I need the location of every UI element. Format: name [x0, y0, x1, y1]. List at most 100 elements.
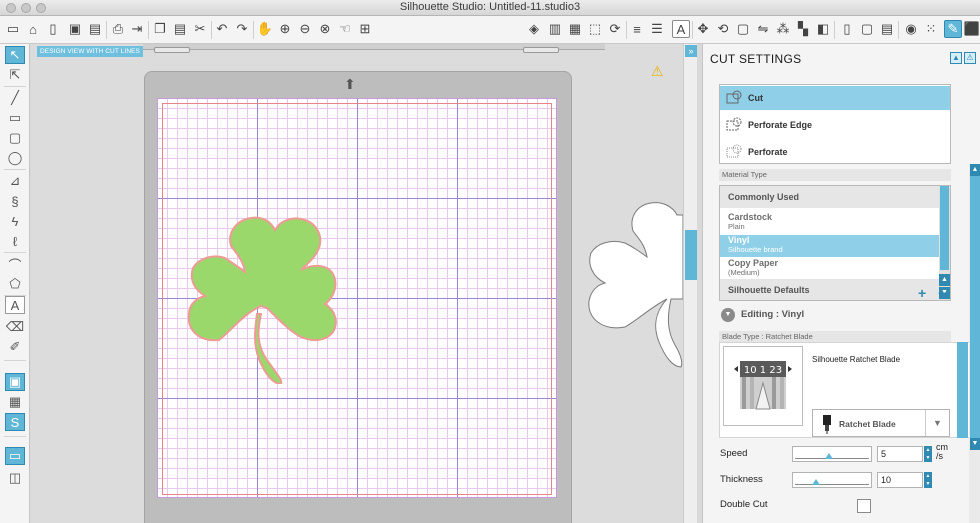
editing-header[interactable]: ▼ Editing : Vinyl — [719, 307, 951, 323]
rotate-icon[interactable]: ⟳ — [606, 20, 624, 38]
rectangle-tool-icon[interactable]: ▭ — [5, 109, 25, 127]
panel-scrollbar[interactable]: ▲ ▼ — [969, 164, 980, 523]
blade-scrollbar[interactable] — [957, 342, 968, 438]
close-window-button[interactable] — [6, 3, 16, 13]
thickness-input[interactable]: 10 — [877, 472, 923, 488]
canvas-scroll-thumb[interactable] — [685, 230, 697, 280]
smooth-freehand-tool-icon[interactable]: ℓ — [5, 232, 25, 250]
collapse-icon[interactable]: ▼ — [721, 308, 735, 322]
send-icon[interactable]: ⇥ — [128, 20, 146, 38]
speed-stepper[interactable]: ▲ ▼ — [924, 446, 932, 462]
panel-up-button[interactable]: ▲ — [950, 52, 962, 64]
regular-polygon-tool-icon[interactable]: ⬠ — [5, 275, 25, 293]
zoom-drag-icon[interactable]: ⊗ — [316, 20, 334, 38]
store-tool-icon[interactable]: S — [5, 413, 25, 431]
minimize-window-button[interactable] — [21, 3, 31, 13]
knife-tool-icon[interactable]: ✐ — [5, 338, 25, 356]
chevron-down-icon[interactable]: ▼ — [925, 410, 949, 436]
pan-icon[interactable]: ✋ — [256, 20, 274, 38]
workspace[interactable]: DESIGN VIEW WITH CUT LINES ⬆ ⚠ — [31, 44, 683, 523]
send-to-silhouette-icon[interactable]: ⬛ — [963, 20, 980, 38]
zoom-window-button[interactable] — [36, 3, 46, 13]
thickness-slider[interactable] — [792, 472, 872, 488]
store-icon[interactable]: ▢ — [858, 20, 876, 38]
thickness-slider-knob[interactable] — [812, 479, 820, 485]
speed-slider-knob[interactable] — [825, 453, 833, 459]
undo-icon[interactable]: ↶ — [213, 20, 231, 38]
point-edit-tool-icon[interactable]: ⇱ — [5, 66, 25, 84]
library-tool-icon[interactable]: ▦ — [5, 393, 25, 411]
image-trace-icon[interactable]: ▚ — [794, 20, 812, 38]
pattern-icon[interactable]: ⁙ — [922, 20, 940, 38]
speed-slider[interactable] — [792, 446, 872, 462]
text-tool-icon[interactable]: A — [5, 296, 25, 314]
design-view-icon[interactable]: ▤ — [878, 20, 896, 38]
expand-panel-button[interactable]: » — [685, 45, 697, 57]
new-icon[interactable]: ▭ — [4, 20, 22, 38]
cut-mode-perforate-edge[interactable]: Perforate Edge — [720, 113, 950, 137]
blade-select[interactable]: Ratchet Blade ▼ — [812, 409, 950, 437]
open-icon[interactable]: ⌂ — [24, 20, 42, 38]
zoom-in-icon[interactable]: ⊕ — [276, 20, 294, 38]
material-vinyl[interactable]: Vinyl Silhouette brand — [720, 235, 940, 257]
layout-view-icon[interactable]: ▭ — [5, 447, 25, 465]
panel-scroll-thumb[interactable] — [970, 176, 980, 438]
fill-icon[interactable]: ☰ — [648, 20, 666, 38]
library-icon[interactable]: ▯ — [838, 20, 856, 38]
new-page-icon[interactable]: ▯ — [44, 20, 62, 38]
zoom-hand-icon[interactable]: ☜ — [336, 20, 354, 38]
speed-input[interactable]: 5 — [877, 446, 923, 462]
add-material-button[interactable]: + — [918, 285, 926, 300]
line-tool-icon[interactable]: ╱ — [5, 89, 25, 107]
panel-scroll-up[interactable]: ▲ — [970, 164, 980, 176]
split-view-icon[interactable]: ◫ — [5, 469, 25, 487]
page-setup-icon[interactable]: ▥ — [546, 20, 564, 38]
transform-icon[interactable]: ⬚ — [586, 20, 604, 38]
print-icon[interactable]: ⎙ — [109, 20, 127, 38]
material-copy-paper[interactable]: Copy Paper (Medium) — [720, 258, 940, 280]
material-cardstock[interactable]: Cardstock Plain — [720, 212, 940, 234]
eraser-tool-icon[interactable]: ⌫ — [5, 318, 25, 336]
clover-outline-shape[interactable] — [581, 199, 683, 369]
thickness-stepper[interactable]: ▲ ▼ — [924, 472, 932, 488]
align-icon[interactable]: ⇋ — [754, 20, 772, 38]
text-style-icon[interactable]: A — [672, 20, 690, 38]
replicate-icon[interactable]: ✥ — [694, 20, 712, 38]
remove-material-button[interactable]: − — [938, 285, 946, 300]
zoom-fit-icon[interactable]: ⊞ — [356, 20, 374, 38]
offset-icon[interactable]: ▢ — [734, 20, 752, 38]
cut-mode-cut[interactable]: Cut — [720, 86, 950, 110]
modify-icon[interactable]: ⟲ — [714, 20, 732, 38]
knife-icon[interactable]: ⁂ — [774, 20, 792, 38]
save-icon[interactable]: ▣ — [66, 20, 84, 38]
redo-icon[interactable]: ↷ — [233, 20, 251, 38]
eraser-icon[interactable]: ◈ — [525, 20, 543, 38]
main-toolbar: ▭ ⌂ ▯ ▣ ▤ ⎙ ⇥ ❐ ▤ ✂ ↶ ↷ ✋ ⊕ ⊖ ⊗ ☜ ⊞ ◈ ▥ … — [0, 16, 980, 44]
paste-icon[interactable]: ▤ — [171, 20, 189, 38]
line-style-icon[interactable]: ≡ — [628, 20, 646, 38]
grid-icon[interactable]: ▦ — [566, 20, 584, 38]
save-as-icon[interactable]: ▤ — [86, 20, 104, 38]
polygon-tool-icon[interactable]: ⊿ — [5, 172, 25, 190]
cut-mode-perforate[interactable]: Perforate — [720, 140, 950, 164]
select-tool-icon[interactable]: ↖ — [5, 46, 25, 64]
material-scroll-thumb[interactable] — [940, 186, 949, 270]
design-view-tool-icon[interactable]: ▣ — [5, 373, 25, 391]
cut-settings-icon[interactable]: ✎ — [944, 20, 962, 38]
curve-tool-icon[interactable]: § — [5, 192, 25, 210]
ellipse-tool-icon[interactable]: ◯ — [5, 149, 25, 167]
clover-shape[interactable] — [185, 214, 337, 384]
arc-tool-icon[interactable]: ⌒ — [5, 255, 25, 273]
warning-icon[interactable]: ⚠ — [651, 63, 664, 80]
material-list-scrollbar[interactable]: ▲ ▼ — [939, 186, 950, 300]
freehand-tool-icon[interactable]: ϟ — [5, 212, 25, 230]
panel-scroll-down[interactable]: ▼ — [970, 438, 980, 450]
double-cut-checkbox[interactable] — [857, 499, 871, 513]
copy-icon[interactable]: ❐ — [151, 20, 169, 38]
cut-icon[interactable]: ✂ — [191, 20, 209, 38]
rounded-rectangle-tool-icon[interactable]: ▢ — [5, 129, 25, 147]
silhouette-connect-icon[interactable]: ◉ — [902, 20, 920, 38]
point-edit-icon[interactable]: ◧ — [814, 20, 832, 38]
panel-warning-button[interactable]: ⚠ — [964, 52, 976, 64]
zoom-out-icon[interactable]: ⊖ — [296, 20, 314, 38]
